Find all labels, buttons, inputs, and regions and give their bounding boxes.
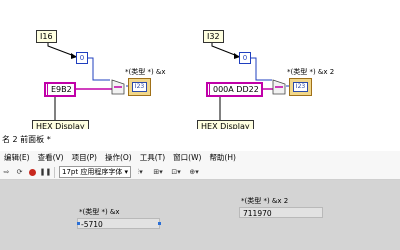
block-diagram: I16 0 E9B2 *(类型 *) &x I23 HEX Display I3… bbox=[0, 0, 400, 130]
menu-item-edit[interactable]: 编辑(E) bbox=[0, 151, 34, 165]
menu-item-view[interactable]: 查看(V) bbox=[34, 151, 68, 165]
left-num-wire bbox=[87, 57, 110, 81]
font-select[interactable]: 17pt 应用程序字体 ▾ bbox=[59, 166, 132, 178]
run-continuously-icon[interactable]: ⟳ bbox=[14, 167, 25, 178]
distribute-objects-icon[interactable]: ⊞▾ bbox=[150, 167, 166, 178]
indicator-caption-2: *(类型 *) &x 2 bbox=[241, 197, 289, 205]
selection-handle-right[interactable] bbox=[158, 222, 161, 225]
left-indicator-type: I23 bbox=[132, 82, 147, 92]
right-type-label: I32 bbox=[203, 30, 224, 43]
menu-item-window[interactable]: 窗口(W) bbox=[169, 151, 205, 165]
selection-handle-left[interactable] bbox=[77, 222, 80, 225]
right-hex-constant[interactable]: 000A DD22 bbox=[206, 82, 263, 97]
menu-item-project[interactable]: 项目(P) bbox=[68, 151, 101, 165]
left-type-label: I16 bbox=[36, 30, 57, 43]
left-zero-constant[interactable]: 0 bbox=[76, 52, 88, 64]
right-zero-constant[interactable]: 0 bbox=[239, 52, 251, 64]
right-indicator-type: I23 bbox=[293, 82, 308, 92]
pause-icon[interactable]: ❚❚ bbox=[40, 167, 52, 178]
menu-item-tools[interactable]: 工具(T) bbox=[136, 151, 169, 165]
menu-item-operate[interactable]: 操作(O) bbox=[101, 151, 136, 165]
left-indicator-caption: *(类型 *) &x bbox=[125, 68, 166, 76]
numeric-indicator-2[interactable]: 711970 bbox=[239, 207, 323, 218]
align-objects-icon[interactable]: ⫶▾ bbox=[132, 167, 148, 178]
reorder-icon[interactable]: ⊕▾ bbox=[186, 167, 202, 178]
font-select-label: 17pt 应用程序字体 bbox=[62, 168, 123, 176]
right-indicator-caption: *(类型 *) &x 2 bbox=[287, 68, 335, 76]
run-arrow-icon[interactable]: ⇨ bbox=[1, 167, 12, 178]
wires bbox=[47, 40, 290, 120]
resize-objects-icon[interactable]: ⊡▾ bbox=[168, 167, 184, 178]
indicator-caption-1: *(类型 *) &x bbox=[79, 208, 120, 216]
left-numeric-indicator[interactable]: I23 bbox=[128, 78, 151, 96]
menu-item-help[interactable]: 帮助(H) bbox=[205, 151, 240, 165]
menu-bar: 编辑(E) 查看(V) 项目(P) 操作(O) 工具(T) 窗口(W) 帮助(H… bbox=[0, 151, 400, 165]
abort-icon[interactable] bbox=[27, 167, 38, 178]
left-hex-constant[interactable]: E9B2 bbox=[44, 82, 76, 97]
numeric-indicator-1[interactable]: -5710 bbox=[77, 218, 160, 229]
right-num-wire bbox=[250, 57, 272, 81]
front-panel-canvas: *(类型 *) &x -5710 *(类型 *) &x 2 711970 bbox=[0, 180, 400, 250]
toolbar-separator bbox=[54, 166, 55, 178]
toolbar: ⇨ ⟳ ❚❚ 17pt 应用程序字体 ▾ ⫶▾ ⊞▾ ⊡▾ ⊕▾ bbox=[0, 165, 400, 180]
front-panel-title: 名 2 前面板 * bbox=[0, 129, 400, 151]
right-numeric-indicator[interactable]: I23 bbox=[289, 78, 312, 96]
